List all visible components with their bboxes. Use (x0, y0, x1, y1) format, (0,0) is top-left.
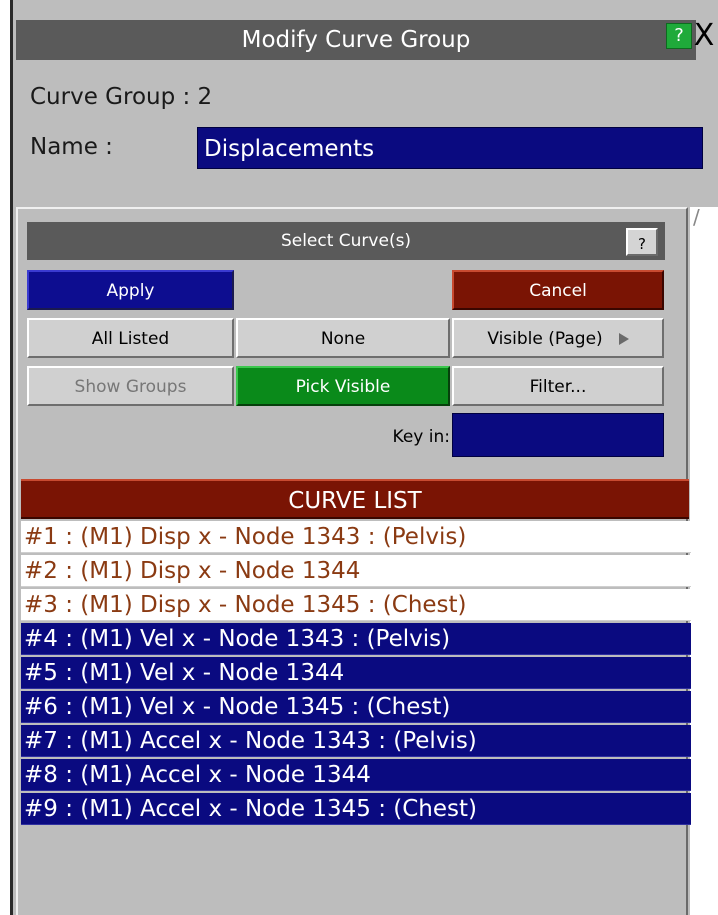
list-item[interactable]: #3 : (M1) Disp x - Node 1345 : (Chest) (21, 589, 691, 621)
window-title: Modify Curve Group (16, 20, 696, 60)
resize-mark: / (693, 205, 700, 229)
select-help-button[interactable]: ? (626, 228, 658, 256)
list-item[interactable]: #2 : (M1) Disp x - Node 1344 (21, 555, 691, 587)
curve-group-label: Curve Group : 2 (30, 84, 213, 110)
apply-button[interactable]: Apply (27, 270, 234, 310)
list-item[interactable]: #4 : (M1) Vel x - Node 1343 : (Pelvis) (21, 623, 691, 655)
help-button[interactable]: ? (666, 23, 692, 49)
list-item[interactable]: #7 : (M1) Accel x - Node 1343 : (Pelvis) (21, 725, 691, 757)
cancel-button[interactable]: Cancel (452, 270, 664, 310)
visible-page-button[interactable]: Visible (Page) (452, 318, 664, 358)
list-item[interactable]: #6 : (M1) Vel x - Node 1345 : (Chest) (21, 691, 691, 723)
visible-page-label: Visible (Page) (487, 329, 603, 349)
list-item[interactable]: #5 : (M1) Vel x - Node 1344 (21, 657, 691, 689)
list-item[interactable]: #1 : (M1) Disp x - Node 1343 : (Pelvis) (21, 521, 691, 553)
list-item[interactable]: #9 : (M1) Accel x - Node 1345 : (Chest) (21, 793, 691, 825)
name-label: Name : (30, 134, 113, 160)
dropdown-arrow-icon (618, 333, 629, 345)
show-groups-button[interactable]: Show Groups (27, 366, 234, 406)
filter-button[interactable]: Filter... (452, 366, 664, 406)
close-button[interactable]: X (690, 18, 718, 54)
all-listed-button[interactable]: All Listed (27, 318, 234, 358)
name-field[interactable]: Displacements (197, 127, 703, 169)
key-in-label: Key in: (392, 427, 450, 447)
background-edge (690, 207, 718, 915)
key-in-field[interactable] (452, 413, 664, 457)
curve-list-header: CURVE LIST (21, 479, 689, 519)
curve-list: #1 : (M1) Disp x - Node 1343 : (Pelvis) … (21, 521, 691, 827)
none-button[interactable]: None (236, 318, 450, 358)
pick-visible-button[interactable]: Pick Visible (236, 366, 450, 406)
list-item[interactable]: #8 : (M1) Accel x - Node 1344 (21, 759, 691, 791)
select-curves-title: Select Curve(s) (27, 222, 665, 260)
